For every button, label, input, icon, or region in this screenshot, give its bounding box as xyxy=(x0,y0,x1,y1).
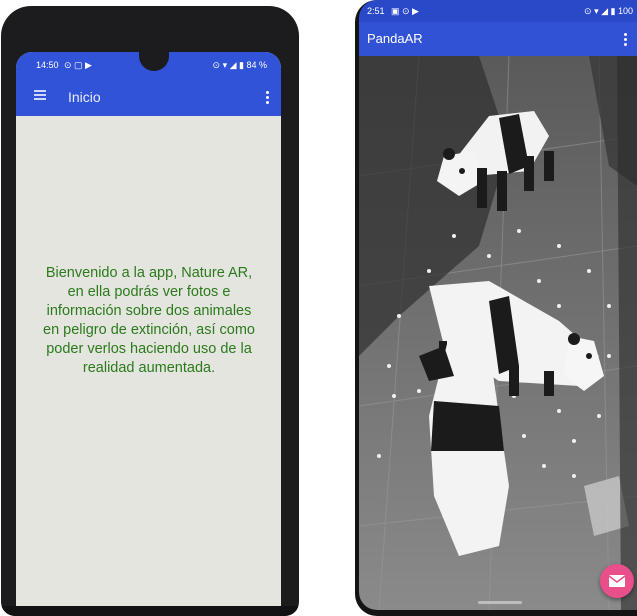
app-bar-title: PandaAR xyxy=(367,31,423,46)
overflow-menu-icon[interactable] xyxy=(266,91,269,106)
status-system-icons: ⊙ ▾ ◢ ▮ 100 xyxy=(584,6,633,16)
gesture-nav-bar[interactable] xyxy=(478,601,522,604)
status-time: 14:50 xyxy=(36,60,59,70)
status-time: 2:51 xyxy=(367,6,385,16)
phone-bottom-edge xyxy=(1,606,299,616)
status-bar: 2:51 ▣ ⊙ ▶ ⊙ ▾ ◢ ▮ 100 xyxy=(359,0,637,22)
left-phone-frame: 14:50 ⊙ ▢ ▶ ⊙ ▾ ◢ ▮ 84 % Inicio Bienveni… xyxy=(1,6,299,616)
welcome-message: Bienvenido a la app, Nature AR, en ella … xyxy=(43,265,255,376)
status-system-icons: ⊙ ▾ ◢ ▮ 84 % xyxy=(212,60,267,70)
mail-icon xyxy=(609,575,625,587)
status-notification-icons: ⊙ ▢ ▶ xyxy=(64,60,92,70)
left-phone-screen: 14:50 ⊙ ▢ ▶ ⊙ ▾ ◢ ▮ 84 % Inicio Bienveni… xyxy=(16,52,281,608)
status-notification-icons: ▣ ⊙ ▶ xyxy=(391,6,419,16)
email-fab-button[interactable] xyxy=(600,564,634,598)
app-bar: PandaAR xyxy=(359,22,637,56)
overflow-menu-icon[interactable] xyxy=(624,33,627,48)
right-phone-frame: 2:51 ▣ ⊙ ▶ ⊙ ▾ ◢ ▮ 100 PandaAR xyxy=(355,0,637,616)
app-bar: Inicio xyxy=(16,78,281,116)
app-bar-title: Inicio xyxy=(68,89,101,105)
right-phone-screen: 2:51 ▣ ⊙ ▶ ⊙ ▾ ◢ ▮ 100 PandaAR xyxy=(359,0,637,610)
hamburger-menu-icon[interactable] xyxy=(34,90,46,100)
ar-camera-view[interactable] xyxy=(359,56,637,610)
